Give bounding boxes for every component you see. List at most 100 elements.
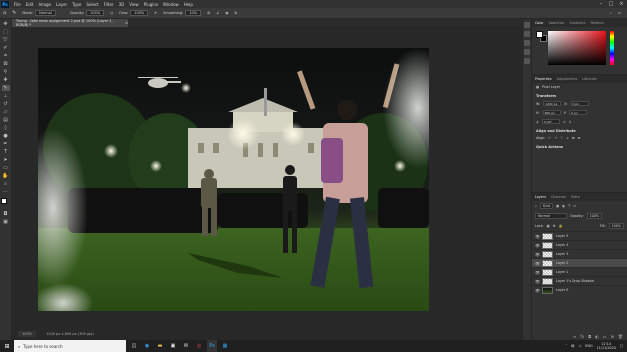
smoothing-input[interactable]: 10% <box>185 10 202 16</box>
new-layer-icon[interactable]: ⊞ <box>611 334 614 339</box>
visibility-eye-icon[interactable]: 👁 <box>535 252 540 257</box>
layer-name[interactable]: Layer 2 <box>556 261 568 265</box>
align-right-icon[interactable]: ⊤ <box>560 136 563 140</box>
tab-adjustments[interactable]: Adjustments <box>557 77 578 81</box>
path-select-icon[interactable]: ➤ <box>2 157 10 163</box>
visibility-eye-icon[interactable]: 👁 <box>535 243 540 248</box>
chevron-up-icon[interactable]: ˄ <box>565 344 567 348</box>
zoom-level[interactable]: 100% <box>18 331 37 337</box>
fill-input[interactable]: 100% <box>608 223 624 229</box>
y-field[interactable]: 0 px <box>569 110 588 115</box>
language-indicator[interactable]: ENG <box>585 344 593 348</box>
transform-heading[interactable]: Transform <box>532 91 627 99</box>
tab-properties[interactable]: Properties <box>535 77 552 81</box>
tab-patterns[interactable]: Patterns <box>590 21 604 25</box>
align-top-icon[interactable]: ⊥ <box>566 136 569 140</box>
layer-name[interactable]: Layer 3 <box>556 252 568 256</box>
menu-filter[interactable]: Filter <box>104 2 114 7</box>
lock-position-icon[interactable]: ✥ <box>553 224 556 228</box>
chrome-icon[interactable]: ◎ <box>194 340 204 352</box>
symmetry-icon[interactable]: ⧉ <box>234 11 237 15</box>
layer-row[interactable]: 👁 Layer 0 <box>532 285 627 294</box>
menu-layer[interactable]: Layer <box>56 2 67 7</box>
menu-image[interactable]: Image <box>38 2 51 7</box>
layer-row[interactable]: 👁 Layer 2 <box>532 258 627 267</box>
mode-select[interactable]: Normal <box>35 10 56 16</box>
foreground-color-swatch[interactable] <box>536 31 543 38</box>
tab-color[interactable]: Color <box>535 21 544 25</box>
notifications-icon[interactable]: ▢ <box>620 344 623 348</box>
lasso-tool-icon[interactable]: ➰ <box>2 37 10 43</box>
angle-field[interactable]: 0.00° <box>541 119 560 124</box>
color-swatches[interactable] <box>0 198 11 208</box>
edge-icon[interactable]: ◉ <box>142 340 152 352</box>
screen-mode-icon[interactable]: ▣ <box>2 219 10 225</box>
windows-start-icon[interactable]: ⊞ <box>0 340 14 352</box>
align-center-icon[interactable]: ⊣ <box>554 136 557 140</box>
close-icon[interactable]: × <box>616 0 627 8</box>
menu-plugins[interactable]: Plugins <box>144 2 158 7</box>
network-icon[interactable]: ▤ <box>571 344 574 348</box>
brush-preset-icon[interactable]: ✎ <box>12 10 16 16</box>
photoshop-taskbar-icon[interactable]: Ps <box>207 340 217 352</box>
align-bottom-icon[interactable]: ⊟ <box>578 136 581 140</box>
layer-row[interactable]: 👁 Layer 1's Drop Shadow <box>532 276 627 285</box>
trash-icon[interactable]: 🗑 <box>618 334 623 339</box>
task-view-icon[interactable]: ◫ <box>129 340 139 352</box>
rectangle-tool-icon[interactable]: ▭ <box>2 165 10 171</box>
menu-window[interactable]: Window <box>163 2 179 7</box>
link-layers-icon[interactable]: ∞ <box>573 334 576 339</box>
gradient-tool-icon[interactable]: ▤ <box>2 117 10 123</box>
lock-all-icon[interactable]: 🔒 <box>559 224 563 228</box>
frame-tool-icon[interactable]: ⊠ <box>2 61 10 67</box>
brush-tool-icon[interactable]: ✎ <box>1 85 10 91</box>
eyedropper-tool-icon[interactable]: ⚲ <box>2 69 10 75</box>
height-field[interactable]: 800 px <box>542 110 561 115</box>
tab-libraries[interactable]: Libraries <box>582 77 596 81</box>
filter-pixel-icon[interactable]: ▦ <box>556 204 559 208</box>
mail-icon[interactable]: ✉ <box>181 340 191 352</box>
flip-vertical-icon[interactable]: ⇕ <box>569 120 572 124</box>
layer-row[interactable]: 👁 Layer 4 <box>532 240 627 249</box>
add-mask-icon[interactable]: ◘ <box>588 334 591 339</box>
color-picker-field[interactable] <box>548 31 606 65</box>
flow-input[interactable]: 100% <box>130 10 149 16</box>
marquee-tool-icon[interactable]: ⬚ <box>2 29 10 35</box>
layer-name[interactable]: Layer 1's Drop Shadow <box>556 279 594 283</box>
document-canvas[interactable] <box>38 48 429 311</box>
close-tab-icon[interactable]: × <box>125 21 128 25</box>
document-tab[interactable]: Trump - fake news assignment 2.psd @ 100… <box>12 19 128 27</box>
filter-adjust-icon[interactable]: ◐ <box>562 204 565 208</box>
search-icon[interactable]: ⌕ <box>610 11 612 15</box>
pen-tool-icon[interactable]: ✒ <box>2 141 10 147</box>
layer-name[interactable]: Layer 0 <box>556 288 568 292</box>
layer-row[interactable]: 👁 Layer 5 <box>532 231 627 240</box>
x-field[interactable]: 0 px <box>570 101 589 106</box>
layer-kind-select[interactable]: Kind <box>539 203 554 209</box>
pressure-opacity-icon[interactable]: ◎ <box>110 11 113 15</box>
align-heading[interactable]: Align and Distribute <box>532 126 627 134</box>
visibility-eye-icon[interactable]: 👁 <box>535 279 540 284</box>
home-icon[interactable]: ⌂ <box>3 10 6 16</box>
crop-tool-icon[interactable]: ⌗ <box>2 53 10 59</box>
healing-tool-icon[interactable]: ✚ <box>2 77 10 83</box>
airbrush-icon[interactable]: ✈ <box>154 11 157 15</box>
tab-layers[interactable]: Layers <box>535 195 546 199</box>
lock-pixels-icon[interactable]: ▦ <box>547 224 550 228</box>
menu-help[interactable]: Help <box>184 2 193 7</box>
stamp-tool-icon[interactable]: ⊥ <box>2 93 10 99</box>
tab-paths[interactable]: Paths <box>571 195 580 199</box>
menu-edit[interactable]: Edit <box>26 2 34 7</box>
menu-type[interactable]: Type <box>72 2 81 7</box>
menu-select[interactable]: Select <box>86 2 98 7</box>
minimize-icon[interactable]: – <box>596 0 606 8</box>
tab-channels[interactable]: Channels <box>551 195 566 199</box>
blur-tool-icon[interactable]: ◊ <box>2 125 10 131</box>
maximize-icon[interactable]: □ <box>606 0 616 8</box>
align-middle-icon[interactable]: ⊞ <box>572 136 575 140</box>
layer-row[interactable]: 👁 Layer 3 <box>532 249 627 258</box>
layer-row[interactable]: 👁 Layer 1 <box>532 267 627 276</box>
file-explorer-icon[interactable]: ▬ <box>155 340 165 352</box>
new-group-icon[interactable]: ▭ <box>603 334 607 339</box>
menu-file[interactable]: File <box>14 2 21 7</box>
